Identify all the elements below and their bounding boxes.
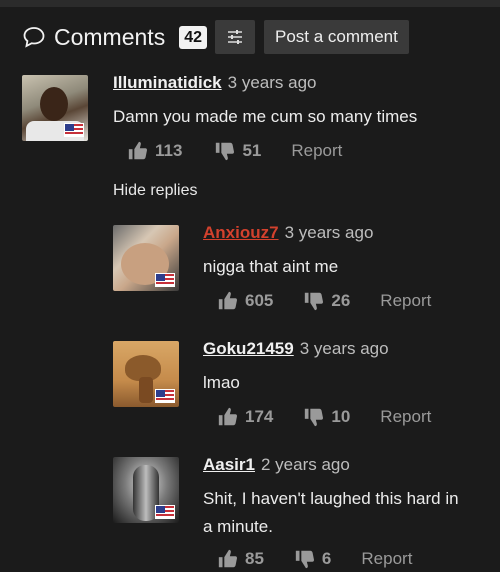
- like-count: 605: [245, 291, 274, 310]
- speech-bubble-icon: [23, 27, 45, 48]
- report-link[interactable]: Report: [380, 407, 431, 427]
- comment-time: 3 years ago: [299, 339, 389, 358]
- reply-header: Anxiouz7 3 years ago: [203, 220, 373, 246]
- avatar[interactable]: [113, 341, 179, 407]
- comment-count-badge: 42: [179, 25, 207, 49]
- report-link[interactable]: Report: [291, 141, 342, 161]
- comment-time: 2 years ago: [260, 455, 350, 474]
- comment-text: Damn you made me cum so many times: [113, 107, 418, 126]
- comment-text: nigga that aint me: [203, 257, 339, 276]
- comment-time: 3 years ago: [284, 223, 374, 242]
- reply-header: Aasir1 2 years ago: [203, 452, 350, 478]
- comments-title: Comments: [54, 23, 166, 50]
- comment: Illuminatidick 3 years ago: [113, 70, 316, 96]
- comment-text: Shit, I haven't laughed this hard in: [203, 489, 459, 508]
- sliders-icon: [228, 30, 242, 44]
- avatar[interactable]: [22, 75, 88, 141]
- us-flag-icon: [155, 389, 175, 403]
- like-count: 85: [245, 549, 264, 568]
- dislike-count: 10: [331, 407, 351, 426]
- thumbs-down-icon[interactable]: [214, 140, 236, 162]
- report-link[interactable]: Report: [361, 549, 412, 569]
- us-flag-icon: [155, 505, 175, 519]
- dislike-count: 26: [331, 291, 351, 310]
- comment-text: lmao: [203, 373, 240, 392]
- comment-actions: 605 26 Report: [217, 290, 431, 312]
- thumbs-up-icon[interactable]: [217, 406, 239, 428]
- comment-username[interactable]: Illuminatidick: [113, 73, 222, 92]
- thumbs-up-icon[interactable]: [127, 140, 149, 162]
- top-bar: [0, 0, 500, 7]
- post-comment-button[interactable]: Post a comment: [264, 20, 409, 54]
- comment-username[interactable]: Aasir1: [203, 455, 255, 474]
- us-flag-icon: [64, 123, 84, 137]
- avatar[interactable]: [113, 457, 179, 523]
- thumbs-down-icon[interactable]: [303, 290, 325, 312]
- comment-text: a minute.: [203, 517, 273, 536]
- comment-actions: 174 10 Report: [217, 406, 431, 428]
- comment-username[interactable]: Anxiouz7: [203, 223, 279, 242]
- thumbs-down-icon[interactable]: [294, 548, 316, 570]
- report-link[interactable]: Report: [380, 291, 431, 311]
- dislike-count: 6: [321, 549, 332, 568]
- thumbs-down-icon[interactable]: [303, 406, 325, 428]
- hide-replies-link[interactable]: Hide replies: [113, 182, 197, 200]
- reply-header: Goku21459 3 years ago: [203, 336, 389, 362]
- us-flag-icon: [155, 273, 175, 287]
- thumbs-up-icon[interactable]: [217, 548, 239, 570]
- like-count: 174: [245, 407, 274, 426]
- like-count: 113: [155, 141, 183, 160]
- comment-actions: 113 51 Report: [127, 140, 342, 162]
- thumbs-up-icon[interactable]: [217, 290, 239, 312]
- comments-header: Comments 42 Post a comment: [22, 20, 409, 54]
- avatar[interactable]: [113, 225, 179, 291]
- comment-actions: 85 6 Report: [217, 548, 412, 570]
- dislike-count: 51: [242, 141, 262, 160]
- filter-button[interactable]: [215, 20, 255, 54]
- comment-username[interactable]: Goku21459: [203, 339, 294, 358]
- comment-time: 3 years ago: [227, 73, 317, 92]
